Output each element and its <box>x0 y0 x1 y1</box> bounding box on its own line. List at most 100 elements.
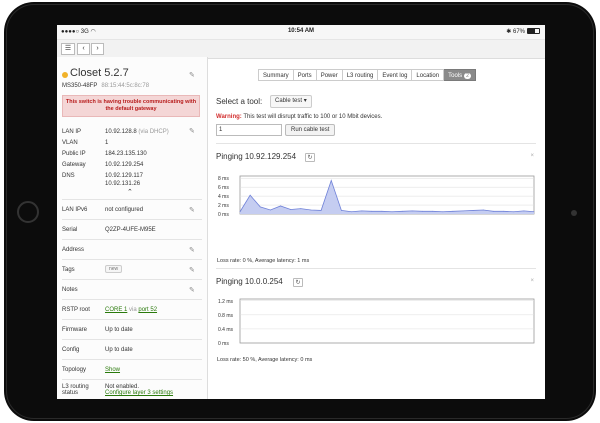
home-button[interactable] <box>17 201 39 223</box>
gateway-value: 10.92.129.254 <box>105 162 144 168</box>
forward-button[interactable]: › <box>91 43 104 55</box>
data-point <box>391 211 393 213</box>
data-point <box>381 210 383 212</box>
menu-button[interactable]: ☰ <box>61 43 75 55</box>
tab-event-log[interactable]: Event log <box>378 69 413 81</box>
data-point <box>351 211 352 213</box>
data-point <box>280 205 281 207</box>
rstp-via: via <box>129 307 137 313</box>
ping2-stats: Loss rate: 50 %, Average latency: 0 ms <box>217 357 313 363</box>
lan-ip-note: (via DHCP) <box>138 129 169 135</box>
config-label: Config <box>62 347 80 353</box>
dns-secondary: 10.92.131.26 <box>105 181 141 187</box>
tab-power[interactable]: Power <box>316 69 343 81</box>
data-point <box>300 208 302 210</box>
ping1-title: Pinging 10.92.129.254 <box>216 152 297 161</box>
device-model: MS350-48FP 88:15:44:5c:8c:78 <box>62 83 149 89</box>
tab-tools[interactable]: Tools 2 <box>444 69 476 81</box>
data-point <box>371 210 373 212</box>
rstp-port-link[interactable]: port 52 <box>138 307 157 313</box>
tab-ports[interactable]: Ports <box>293 69 317 81</box>
data-point <box>290 209 292 210</box>
data-point <box>472 210 474 211</box>
edit-ip-icon[interactable]: ✎ <box>189 127 195 135</box>
plot-frame <box>239 298 535 344</box>
data-point <box>533 211 535 213</box>
refresh-icon[interactable]: ↻ <box>293 278 303 287</box>
chevron-right-icon: › <box>96 45 99 52</box>
notes-label: Notes <box>62 287 78 293</box>
ping1-stats: Loss rate: 0 %, Average latency: 1 ms <box>217 258 310 264</box>
data-point <box>503 210 504 212</box>
firmware-label: Firmware <box>62 327 87 333</box>
edit-name-icon[interactable]: ✎ <box>189 71 195 79</box>
serial-label: Serial <box>62 227 78 233</box>
tab-summary[interactable]: Summary <box>258 69 294 81</box>
l3-value: Not enabled. Configure layer 3 settings <box>105 384 173 396</box>
dns-primary: 10.92.129.117 <box>105 173 143 179</box>
clock: 10:54 AM <box>287 28 315 34</box>
configure-l3-link[interactable]: Configure layer 3 settings <box>105 390 173 396</box>
topology-show-link[interactable]: Show <box>105 367 120 373</box>
run-cable-test-button[interactable]: Run cable test <box>285 124 336 136</box>
y-tick-label: 8 ms <box>218 176 229 182</box>
new-tag-button[interactable]: new <box>105 265 123 273</box>
tool-select[interactable]: Cable test ▾ <box>270 95 312 108</box>
caret-down-icon: ▾ <box>303 98 307 104</box>
l3-label-line2: status <box>62 390 79 396</box>
data-point <box>411 210 413 212</box>
edit-notes-icon[interactable]: ✎ <box>189 286 195 294</box>
model-number: MS350-48FP <box>62 83 98 89</box>
data-point <box>442 211 444 213</box>
ping1-latency-chart: 0 ms 2 ms 4 ms 6 ms 8 ms <box>218 175 535 218</box>
chevron-up-icon[interactable]: ⌃ <box>127 188 133 196</box>
warning-text: This test will disrupt traffic to 100 or… <box>243 114 383 120</box>
y-tick-label: 0.8 ms <box>218 313 234 319</box>
config-value: Up to date <box>105 347 133 353</box>
data-point <box>401 210 403 212</box>
y-tick-label: 2 ms <box>218 203 229 209</box>
divider <box>62 279 202 280</box>
refresh-icon[interactable]: ↻ <box>305 153 315 162</box>
edit-tags-icon[interactable]: ✎ <box>189 266 195 274</box>
divider <box>62 339 202 340</box>
lan-ipv6-value: not configured <box>105 207 144 213</box>
data-point <box>452 210 454 212</box>
close-icon[interactable]: × <box>530 278 534 284</box>
topology-value: Show <box>105 367 120 373</box>
divider <box>62 319 202 320</box>
divider <box>216 143 536 144</box>
chevron-left-icon: ‹ <box>82 45 85 52</box>
warning-prefix: Warning: <box>216 114 242 120</box>
data-point <box>259 206 261 208</box>
camera <box>571 210 577 216</box>
tab-l3-routing[interactable]: L3 routing <box>342 69 379 81</box>
lan-ip-value: 10.92.128.8 (via DHCP) <box>105 129 169 135</box>
dns-label: DNS <box>62 173 75 179</box>
back-button[interactable]: ‹ <box>77 43 90 55</box>
public-ip-label: Public IP <box>62 151 86 157</box>
tags-value: new <box>105 265 123 273</box>
edit-address-icon[interactable]: ✎ <box>189 246 195 254</box>
data-point <box>270 209 271 211</box>
data-point <box>340 210 342 211</box>
data-point <box>422 210 423 212</box>
lan-ip-label: LAN IP <box>62 129 82 135</box>
tools-badge: 2 <box>464 73 471 79</box>
data-point <box>482 209 484 211</box>
tab-location[interactable]: Location <box>412 69 445 81</box>
data-point <box>361 210 363 212</box>
y-tick-label: 0 ms <box>218 341 229 347</box>
close-icon[interactable]: × <box>530 153 534 159</box>
status-dot <box>62 72 68 78</box>
ping-panel-1: Pinging 10.92.129.254 ↻ × 0 ms 2 ms 4 ms 6 … <box>216 152 536 272</box>
rstp-root-link[interactable]: CORE 1 <box>105 307 127 313</box>
port-input[interactable]: 1 <box>216 124 282 136</box>
lan-ipv6-label: LAN IPv6 <box>62 207 88 213</box>
divider <box>62 379 202 380</box>
data-point <box>239 211 241 213</box>
edit-ipv6-icon[interactable]: ✎ <box>189 206 195 214</box>
divider <box>62 299 202 300</box>
y-tick-label: 0.4 ms <box>218 327 234 333</box>
gateway-warning: This switch is having trouble communicat… <box>62 95 200 117</box>
